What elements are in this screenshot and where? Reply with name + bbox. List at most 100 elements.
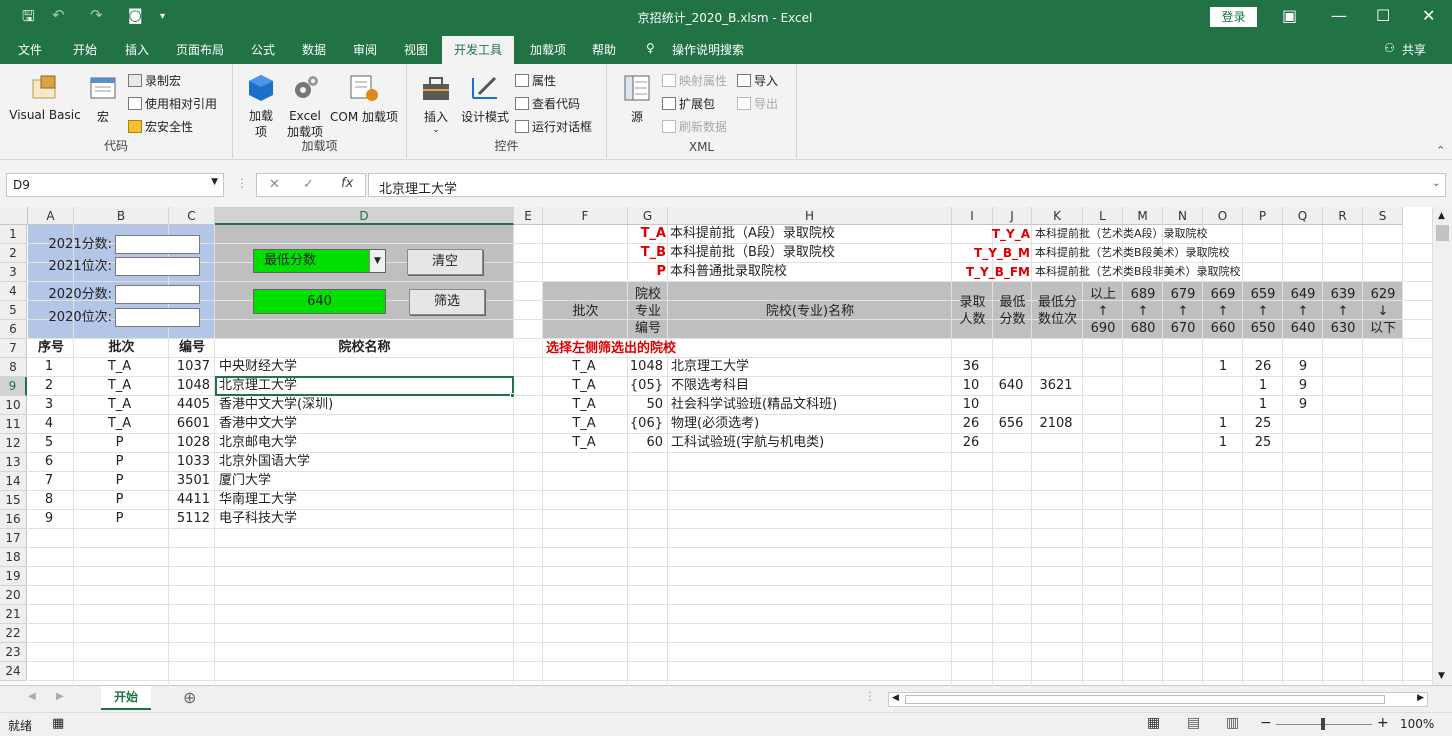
column-header-c[interactable]: C xyxy=(169,207,215,225)
select-all-corner[interactable] xyxy=(0,207,28,225)
row-header-23[interactable]: 23 xyxy=(0,643,27,662)
redo-icon[interactable]: ↷ xyxy=(90,6,103,24)
tab-insert[interactable]: 插入 xyxy=(125,41,149,58)
maximize-icon[interactable]: ☐ xyxy=(1376,6,1390,25)
run-dialog-button[interactable]: 运行对话框 xyxy=(515,118,592,135)
column-header-a[interactable]: A xyxy=(28,207,74,225)
tab-developer[interactable]: 开发工具 xyxy=(442,36,515,64)
scroll-left-icon[interactable]: ◀ xyxy=(892,693,899,703)
vertical-scrollbar[interactable]: ▲ ▼ xyxy=(1432,207,1452,685)
login-button[interactable]: 登录 xyxy=(1210,7,1257,27)
table-row[interactable]: T_A 50 社会科学试验班(精品文科班) 10 1 9 xyxy=(543,396,1403,415)
macro-record-icon[interactable]: ▦ xyxy=(52,716,64,731)
cancel-icon[interactable]: ✕ xyxy=(269,177,280,192)
column-header-b[interactable]: B xyxy=(74,207,169,225)
chevron-down-icon[interactable]: ▼ xyxy=(369,250,385,272)
enter-icon[interactable]: ✓ xyxy=(303,177,314,192)
table-row[interactable]: 9 P 5112 电子科技大学 xyxy=(28,510,514,529)
table-row[interactable]: T_A 60 工科试验班(宇航与机电类) 26 1 25 xyxy=(543,434,1403,453)
table-row[interactable]: 4 T_A 6601 香港中文大学 xyxy=(28,415,514,434)
page-layout-view-icon[interactable]: ▤ xyxy=(1187,715,1200,731)
clear-button[interactable]: 清空 xyxy=(407,249,483,275)
sort-dropdown[interactable]: 最低分数 ▼ xyxy=(253,249,386,273)
column-header-m[interactable]: M xyxy=(1123,207,1163,225)
export-button[interactable]: 导出 xyxy=(737,95,778,112)
sheet-tab-start[interactable]: 开始 xyxy=(101,686,151,710)
column-header-l[interactable]: L xyxy=(1083,207,1123,225)
expand-formula-icon[interactable]: ⌄ xyxy=(1432,178,1440,189)
prev-sheet-icon[interactable]: ◀ xyxy=(28,691,36,702)
xml-source-button[interactable]: 源 xyxy=(619,72,655,125)
close-icon[interactable]: ✕ xyxy=(1422,6,1435,25)
column-header-s[interactable]: S xyxy=(1363,207,1403,225)
scroll-thumb[interactable] xyxy=(1436,225,1449,241)
threshold-value[interactable]: 640 xyxy=(253,289,386,314)
tab-formulas[interactable]: 公式 xyxy=(251,41,275,58)
tab-review[interactable]: 审阅 xyxy=(353,41,377,58)
table-row[interactable]: T_A 1048 北京理工大学 36 1 26 9 xyxy=(543,358,1403,377)
relative-ref-button[interactable]: 使用相对引用 xyxy=(128,95,217,112)
design-mode-button[interactable]: 设计模式 xyxy=(457,72,513,125)
tab-data[interactable]: 数据 xyxy=(302,41,326,58)
column-header-p[interactable]: P xyxy=(1243,207,1283,225)
rank-2020-input[interactable] xyxy=(115,308,200,327)
column-header-h[interactable]: H xyxy=(668,207,952,225)
row-header-11[interactable]: 11 xyxy=(0,415,27,434)
zoom-level[interactable]: 100% xyxy=(1400,717,1434,731)
table-row[interactable]: T_A {05} 不限选考科目 10 640 3621 1 9 xyxy=(543,377,1403,396)
row-header-21[interactable]: 21 xyxy=(0,605,27,624)
tell-me-search[interactable]: 操作说明搜索 xyxy=(672,41,744,58)
table-row[interactable]: 8 P 4411 华南理工大学 xyxy=(28,491,514,510)
row-header-5[interactable]: 5 xyxy=(0,301,27,320)
score-2021-input[interactable] xyxy=(115,235,200,254)
refresh-data-button[interactable]: 刷新数据 xyxy=(662,118,727,135)
view-code-button[interactable]: 查看代码 xyxy=(515,95,580,112)
column-header-j[interactable]: J xyxy=(993,207,1032,225)
ribbon-display-icon[interactable]: ▣ xyxy=(1282,6,1297,25)
tab-view[interactable]: 视图 xyxy=(404,41,428,58)
minimize-icon[interactable]: — xyxy=(1331,6,1347,25)
column-header-g[interactable]: G xyxy=(628,207,668,225)
row-header-3[interactable]: 3 xyxy=(0,263,27,282)
undo-icon[interactable]: ↶ xyxy=(52,6,65,24)
macro-security-button[interactable]: 宏安全性 xyxy=(128,118,193,135)
row-header-10[interactable]: 10 xyxy=(0,396,27,415)
table-row[interactable]: 3 T_A 4405 香港中文大学(深圳) xyxy=(28,396,514,415)
row-header-16[interactable]: 16 xyxy=(0,510,27,529)
row-header-18[interactable]: 18 xyxy=(0,548,27,567)
com-addins-button[interactable]: COM 加载项 xyxy=(327,72,401,125)
table-row[interactable]: 1 T_A 1037 中央财经大学 xyxy=(28,358,514,377)
macros-button[interactable]: 宏 xyxy=(84,72,122,125)
tab-page-layout[interactable]: 页面布局 xyxy=(176,41,224,58)
share-button[interactable]: 共享 xyxy=(1402,41,1426,58)
formula-input[interactable]: 北京理工大学 xyxy=(368,173,1446,197)
zoom-in-icon[interactable]: + xyxy=(1377,715,1389,731)
tab-file[interactable]: 文件 xyxy=(18,41,42,58)
row-header-12[interactable]: 12 xyxy=(0,434,27,453)
row-header-24[interactable]: 24 xyxy=(0,662,27,681)
page-break-view-icon[interactable]: ▥ xyxy=(1226,715,1239,731)
scroll-up-icon[interactable]: ▲ xyxy=(1438,211,1445,221)
row-header-1[interactable]: 1 xyxy=(0,225,27,244)
add-sheet-icon[interactable]: ⊕ xyxy=(183,688,196,707)
insert-control-button[interactable]: 插入 ⌄ xyxy=(417,72,455,135)
customize-qat-icon[interactable]: ▾ xyxy=(160,11,165,22)
insert-function-icon[interactable]: fx xyxy=(341,176,353,191)
rank-2021-input[interactable] xyxy=(115,257,200,276)
table-row[interactable]: 5 P 1028 北京邮电大学 xyxy=(28,434,514,453)
zoom-slider-thumb[interactable] xyxy=(1321,718,1325,730)
row-header-17[interactable]: 17 xyxy=(0,529,27,548)
row-header-13[interactable]: 13 xyxy=(0,453,27,472)
column-header-o[interactable]: O xyxy=(1203,207,1243,225)
row-header-9[interactable]: 9 xyxy=(0,377,27,396)
tab-addins[interactable]: 加载项 xyxy=(530,41,566,58)
row-header-6[interactable]: 6 xyxy=(0,320,27,339)
row-header-7[interactable]: 7 xyxy=(0,339,27,358)
import-button[interactable]: 导入 xyxy=(737,72,778,89)
map-properties-button[interactable]: 映射属性 xyxy=(662,72,727,89)
row-header-19[interactable]: 19 xyxy=(0,567,27,586)
table-row[interactable]: 6 P 1033 北京外国语大学 xyxy=(28,453,514,472)
camera-icon[interactable]: ◙ xyxy=(128,6,143,24)
normal-view-icon[interactable]: ▦ xyxy=(1147,715,1160,731)
visual-basic-button[interactable]: Visual Basic xyxy=(8,72,82,122)
